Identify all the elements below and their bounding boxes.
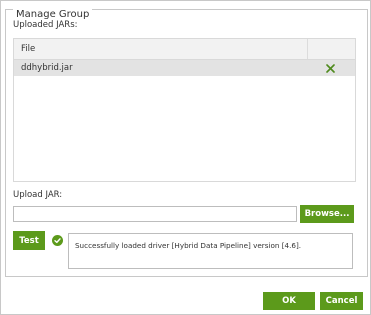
success-check-icon	[52, 235, 63, 246]
browse-button[interactable]: Browse...	[300, 205, 354, 223]
uploaded-jars-label: Uploaded JARs:	[13, 20, 78, 30]
column-divider	[307, 39, 308, 59]
status-message-box: Successfully loaded driver [Hybrid Data …	[68, 233, 353, 269]
test-button[interactable]: Test	[13, 231, 45, 250]
cancel-button[interactable]: Cancel	[320, 292, 363, 310]
ok-button[interactable]: OK	[263, 292, 315, 310]
column-header-file: File	[21, 44, 36, 54]
uploaded-jars-table: File ddhybrid.jar	[13, 38, 356, 182]
upload-jar-label: Upload JAR:	[13, 190, 63, 200]
manage-group-dialog: Manage Group Uploaded JARs: File ddhybri…	[0, 0, 371, 315]
status-message: Successfully loaded driver [Hybrid Data …	[75, 241, 302, 250]
jar-file-name: ddhybrid.jar	[21, 63, 73, 73]
upload-jar-input[interactable]	[13, 206, 297, 222]
table-row[interactable]: ddhybrid.jar	[14, 60, 355, 76]
delete-x-icon[interactable]	[320, 60, 340, 76]
table-header: File	[14, 39, 355, 60]
